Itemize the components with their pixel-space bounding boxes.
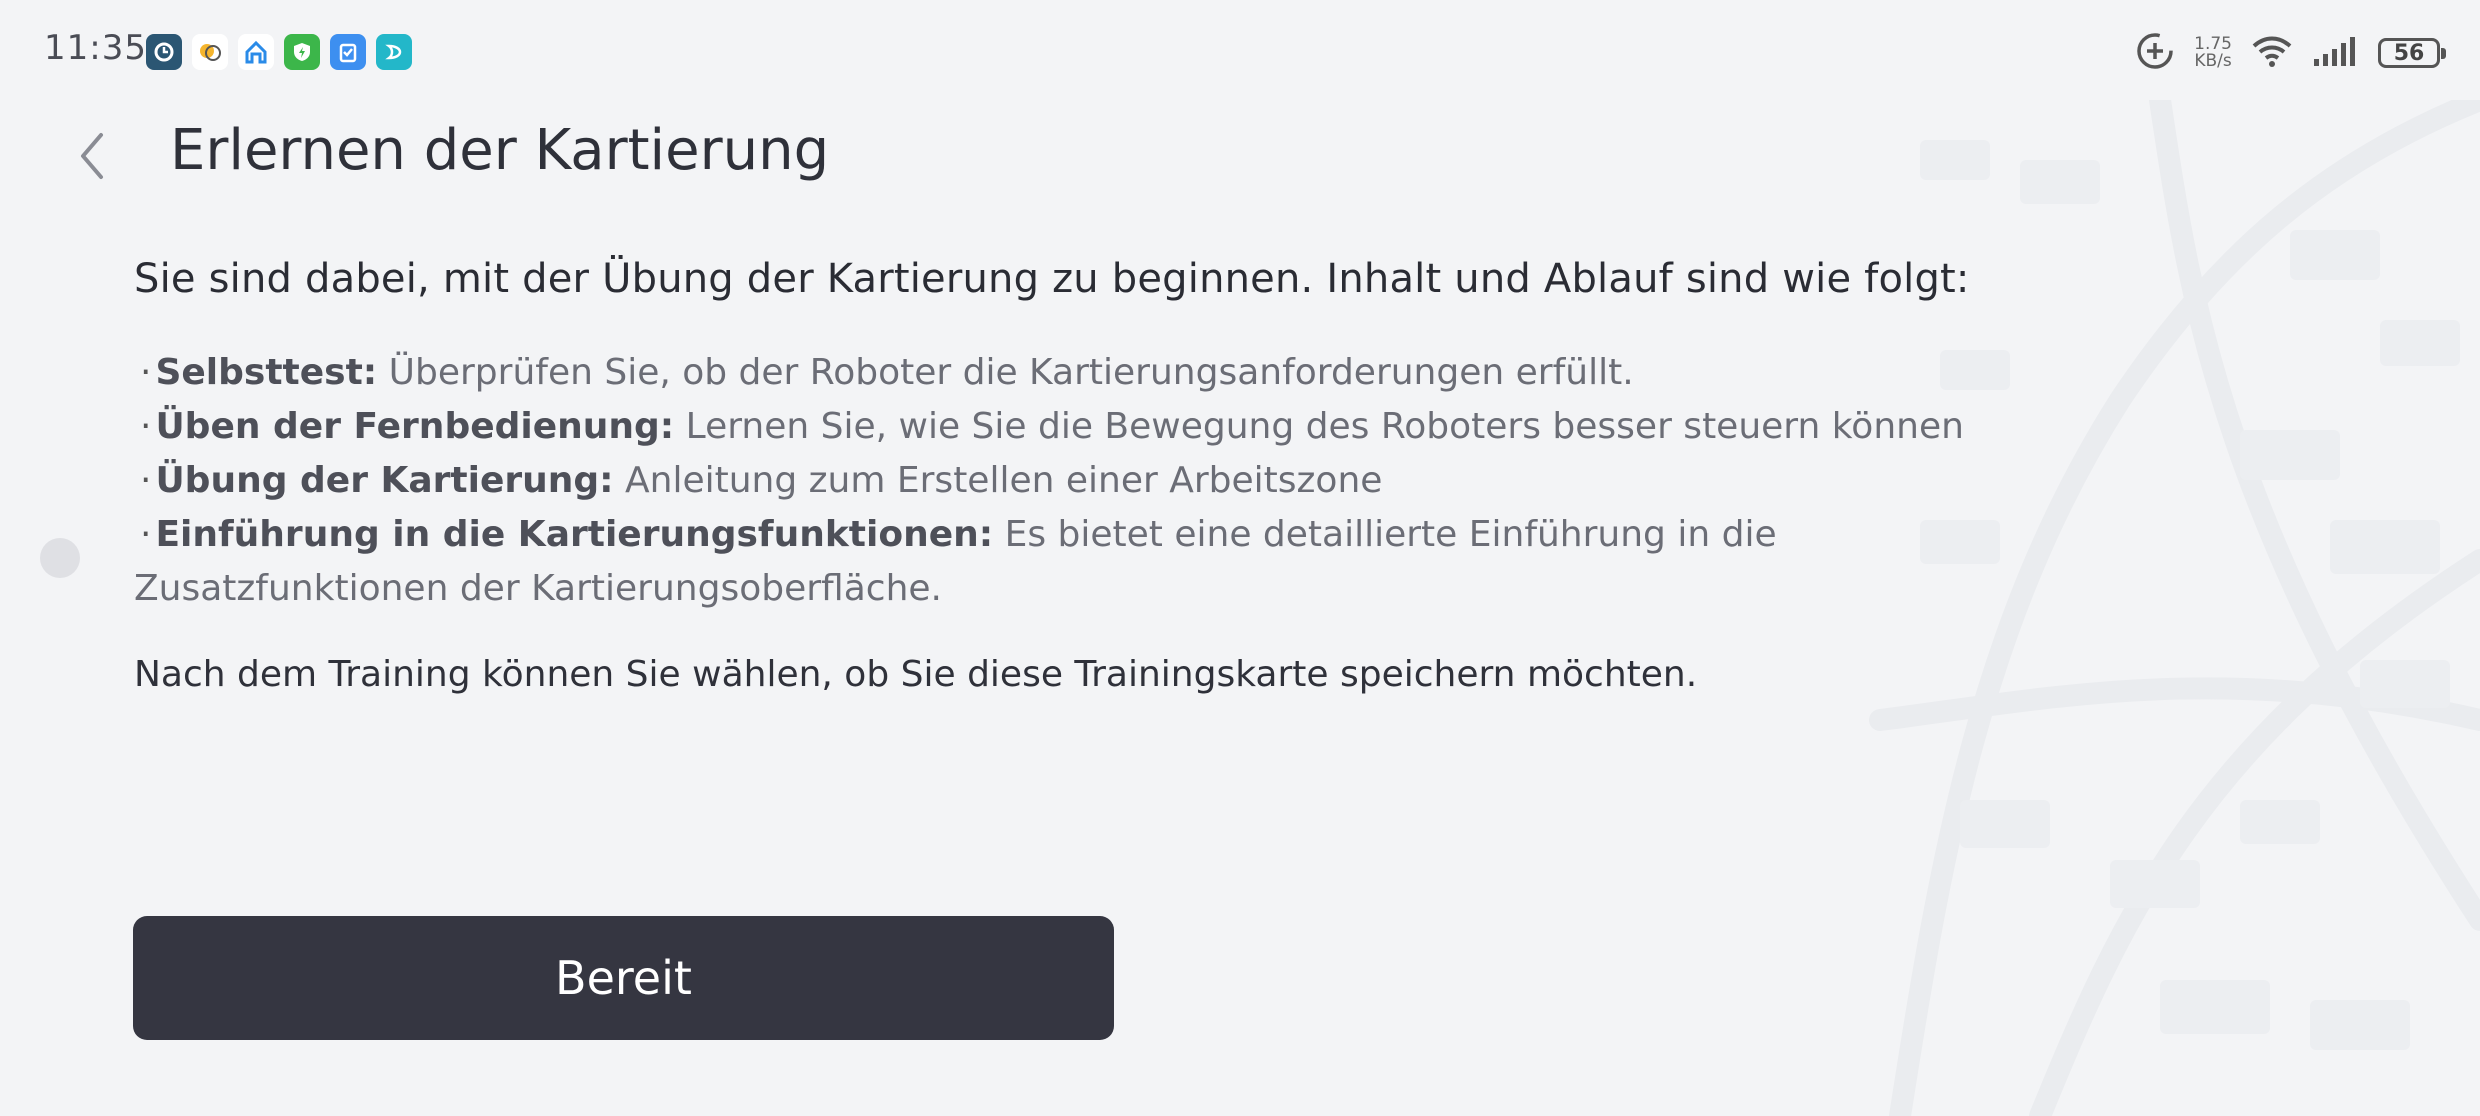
chevron-left-icon: [81, 133, 103, 179]
intro-text: Sie sind dabei, mit der Übung der Kartie…: [134, 256, 1970, 302]
network-speed: 1.75 KB/s: [2194, 36, 2232, 70]
training-description: Sie sind dabei, mit der Übung der Kartie…: [134, 256, 1994, 695]
list-item: · Einführung in die Kartierungsfunktionen…: [134, 508, 1994, 616]
wifi-icon: [2250, 34, 2294, 72]
weather-app-icon: [192, 34, 228, 70]
clipboard-app-icon: [330, 34, 366, 70]
step-term: Einführung in die Kartierungsfunktionen:: [155, 514, 994, 555]
step-text: Anleitung zum Erstellen einer Arbeitszon…: [613, 460, 1383, 501]
system-indicators: 1.75 KB/s 56: [2134, 30, 2446, 76]
list-item: · Übung der Kartierung: Anleitung zum Ers…: [134, 454, 1994, 508]
bullet-icon: ·: [140, 352, 152, 393]
back-button[interactable]: [66, 126, 118, 186]
notification-icons: [146, 34, 412, 70]
clock-app-icon: [146, 34, 182, 70]
outro-text: Nach dem Training können Sie wählen, ob …: [134, 654, 1698, 695]
battery-icon: 56: [2378, 38, 2446, 68]
step-term: Übung der Kartierung:: [155, 460, 614, 501]
side-drawer-handle[interactable]: [40, 538, 80, 578]
bullet-icon: ·: [140, 514, 152, 555]
list-item: · Selbsttest: Überprüfen Sie, ob der Robo…: [134, 346, 1994, 400]
network-speed-unit: KB/s: [2194, 51, 2232, 71]
signal-strength-icon: [2312, 35, 2360, 71]
step-term: Üben der Fernbedienung:: [155, 406, 675, 447]
bullet-icon: ·: [140, 406, 152, 447]
list-item: · Üben der Fernbedienung: Lernen Sie, wie…: [134, 400, 1994, 454]
page-title: Erlernen der Kartierung: [170, 118, 830, 183]
step-text: Lernen Sie, wie Sie die Bewegung des Rob…: [674, 406, 1964, 447]
data-saver-icon: [2134, 30, 2176, 76]
home-app-icon: [238, 34, 274, 70]
assistant-app-icon: [376, 34, 412, 70]
training-steps-list: · Selbsttest: Überprüfen Sie, ob der Robo…: [134, 346, 1994, 616]
status-bar: 11:35 1.75 KB/s 56: [0, 0, 2480, 100]
security-app-icon: [284, 34, 320, 70]
step-term: Selbsttest:: [155, 352, 378, 393]
status-time: 11:35: [44, 28, 147, 68]
bullet-icon: ·: [140, 460, 152, 501]
step-text: Überprüfen Sie, ob der Roboter die Karti…: [377, 352, 1634, 393]
ready-button[interactable]: Bereit: [133, 916, 1114, 1040]
